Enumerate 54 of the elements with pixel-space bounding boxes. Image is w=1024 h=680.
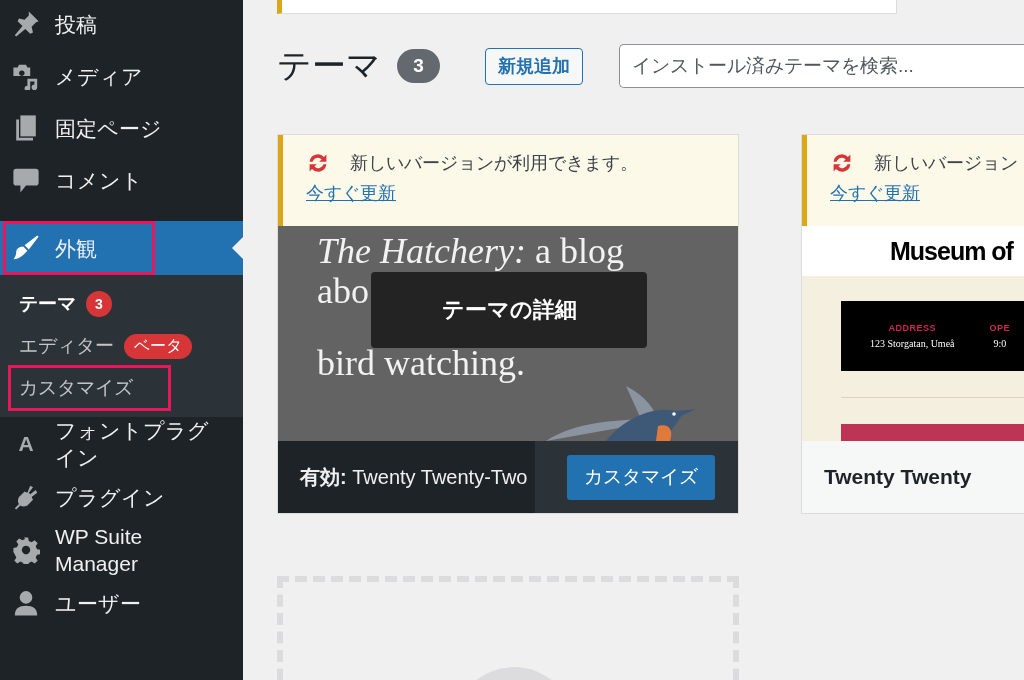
info-label: ADDRESS bbox=[888, 323, 936, 333]
info-value: 9:0 bbox=[993, 338, 1007, 349]
paintbrush-icon bbox=[12, 234, 40, 262]
customize-button[interactable]: カスタマイズ bbox=[567, 454, 715, 500]
search-field[interactable]: インストール済みテーマを検索... bbox=[619, 44, 1024, 88]
notice-text: 新しいバージョンが利用できます。 bbox=[350, 152, 638, 175]
theme-name: 有効: Twenty Twenty-Two bbox=[299, 464, 529, 490]
settings-icon bbox=[12, 536, 40, 564]
menu-label: WP Suite Manager bbox=[55, 524, 144, 577]
menu-item[interactable]: ユーザー bbox=[0, 577, 243, 629]
menu-item[interactable]: プラグイン bbox=[0, 471, 243, 523]
user-icon bbox=[12, 589, 40, 617]
theme-card[interactable]: 新しいバージョンが利用できます。 今すぐ更新 The Hatchery: a blog abo テーマの詳細 bird watching. 有効: Twenty Twenty-Two カスタマイズ bbox=[277, 134, 739, 514]
info-label: OPE bbox=[989, 323, 1011, 333]
menu-label: フォントプラグイン bbox=[55, 418, 210, 471]
menu-pointer bbox=[232, 237, 243, 259]
media-icon bbox=[12, 62, 40, 90]
menu-item[interactable]: WP Suite Manager bbox=[0, 523, 243, 577]
blog-headline: abo bbox=[317, 271, 369, 311]
theme-details-button[interactable]: テーマの詳細 bbox=[371, 272, 647, 348]
menu-item[interactable]: コメント bbox=[0, 154, 243, 206]
update-now-link[interactable]: 今すぐ更新 bbox=[306, 181, 396, 205]
menu-item[interactable]: A フォントプラグイン bbox=[0, 417, 243, 471]
add-new-button[interactable]: 新規追加 bbox=[485, 47, 583, 85]
pin-icon bbox=[12, 10, 40, 38]
plug-icon bbox=[12, 483, 40, 511]
blog-headline: The Hatchery: a blog bbox=[317, 231, 624, 271]
menu-item[interactable]: 投稿 bbox=[0, 0, 243, 50]
font-icon: A bbox=[12, 432, 40, 456]
theme-name: Twenty Twenty bbox=[823, 465, 972, 489]
menu-item[interactable]: 外観 bbox=[0, 221, 243, 275]
menu-label: 外観 bbox=[55, 235, 97, 262]
menu-item[interactable]: 固定ページ bbox=[0, 102, 243, 154]
menu-item[interactable]: メディア bbox=[0, 50, 243, 102]
menu-label: 固定ページ bbox=[55, 115, 162, 142]
comment-icon bbox=[12, 166, 40, 194]
menu-label: メディア bbox=[55, 63, 143, 90]
submenu-item[interactable]: エディター ベータ bbox=[0, 325, 243, 367]
menu-label: コメント bbox=[55, 167, 143, 194]
menu-label: 投稿 bbox=[55, 11, 97, 38]
page-title: テーマ bbox=[277, 45, 381, 86]
theme-count-badge: 3 bbox=[397, 49, 440, 83]
site-title: Museum of bbox=[890, 236, 1013, 266]
submenu-label: テーマ bbox=[19, 292, 76, 316]
menu-label: プラグイン bbox=[55, 484, 165, 511]
info-value: 123 Storgatan, Umeå bbox=[870, 338, 955, 349]
menu-label: ユーザー bbox=[55, 590, 141, 617]
submenu-item[interactable]: テーマ 3 bbox=[0, 283, 243, 325]
submenu-label: エディター bbox=[19, 334, 114, 358]
count-badge: 3 bbox=[86, 291, 112, 317]
notice-text: 新しいバージョン bbox=[874, 152, 1018, 175]
submenu-item[interactable]: カスタマイズ bbox=[0, 367, 243, 409]
beta-badge: ベータ bbox=[124, 333, 192, 359]
submenu-label: カスタマイズ bbox=[19, 376, 133, 400]
